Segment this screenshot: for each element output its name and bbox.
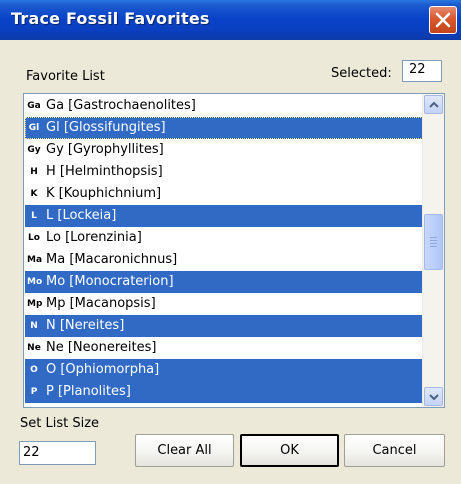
trace-code-icon: Gy — [27, 145, 41, 155]
trace-code-icon: Ma — [27, 255, 43, 265]
list-item[interactable]: H H [Helminthopsis] — [25, 161, 423, 183]
list-size-input[interactable]: 22 — [19, 441, 96, 465]
thumb-grip-line — [430, 246, 437, 247]
list-item[interactable]: Lo Lo [Lorenzinia] — [25, 227, 423, 249]
list-item[interactable]: K K [Kouphichnium] — [25, 183, 423, 205]
list-item-label: K [Kouphichnium] — [46, 186, 162, 201]
trace-code-icon: L — [31, 211, 37, 221]
list-item[interactable]: Ma Ma [Macaronichnus] — [25, 249, 423, 271]
list-item-label: N [Nereites] — [46, 318, 125, 333]
trace-code-icon: N — [30, 321, 38, 331]
window-title: Trace Fossil Favorites — [11, 9, 210, 28]
title-bar[interactable]: Trace Fossil Favorites — [0, 0, 461, 40]
list-item[interactable]: L L [Lockeia] — [25, 205, 423, 227]
list-item-label: Gl [Glossifungites] — [46, 120, 166, 135]
trace-code-icon: Lo — [28, 233, 40, 243]
set-list-size-label: Set List Size — [20, 416, 100, 431]
trace-code-icon: Ga — [27, 101, 41, 111]
list-item[interactable]: Ne Ne [Neonereites] — [25, 337, 423, 359]
list-item[interactable]: Mp Mp [Macanopsis] — [25, 293, 423, 315]
scroll-down-button[interactable] — [424, 387, 443, 406]
vertical-scrollbar[interactable] — [422, 94, 444, 407]
list-item-label: O [Ophiomorpha] — [46, 362, 160, 377]
trace-code-icon: O — [30, 365, 38, 375]
ok-button[interactable]: OK — [240, 434, 339, 467]
scroll-thumb[interactable] — [424, 214, 443, 270]
chevron-down-icon — [429, 394, 439, 401]
scroll-up-button[interactable] — [424, 95, 443, 114]
list-item[interactable]: Mo Mo [Monocraterion] — [25, 271, 423, 293]
thumb-grip-line — [430, 243, 437, 244]
trace-code-icon: Gl — [28, 123, 40, 133]
trace-code-icon: Mo — [27, 277, 43, 287]
list-item-label: Lo [Lorenzinia] — [46, 230, 142, 245]
trace-code-icon: K — [30, 189, 38, 199]
selected-label: Selected: — [331, 66, 392, 81]
list-item-label: Gy [Gyrophyllites] — [46, 142, 164, 157]
clear-all-button[interactable]: Clear All — [135, 434, 234, 467]
trace-code-icon: H — [30, 167, 38, 177]
list-item-label: Ga [Gastrochaenolites] — [46, 98, 196, 113]
trace-code-icon: P — [30, 387, 38, 397]
list-item[interactable]: P P [Planolites] — [25, 381, 423, 403]
list-item-label: Mp [Macanopsis] — [46, 296, 156, 311]
list-item-label: H [Helminthopsis] — [46, 164, 163, 179]
favorite-list-label: Favorite List — [26, 69, 105, 84]
list-item[interactable]: O O [Ophiomorpha] — [25, 359, 423, 381]
close-icon — [435, 12, 451, 28]
list-items-container: Ga Ga [Gastrochaenolites] Gl Gl [Glossifung… — [25, 95, 423, 403]
trace-code-icon: Ne — [27, 343, 41, 353]
list-item-label: Mo [Monocraterion] — [46, 274, 174, 289]
list-item-label: Ma [Macaronichnus] — [46, 252, 178, 267]
list-item-label: L [Lockeia] — [46, 208, 117, 223]
list-item[interactable]: Gy Gy [Gyrophyllites] — [25, 139, 423, 161]
thumb-grip-line — [430, 240, 437, 241]
list-item[interactable]: Gl Gl [Glossifungites] — [25, 117, 423, 139]
list-item-label: Ne [Neonereites] — [46, 340, 157, 355]
selected-count-field: 22 — [402, 60, 442, 82]
cancel-button[interactable]: Cancel — [344, 434, 445, 467]
list-item-label: P [Planolites] — [46, 384, 131, 399]
close-button[interactable] — [429, 6, 457, 34]
chevron-up-icon — [429, 101, 439, 108]
thumb-grip-line — [430, 237, 437, 238]
list-item[interactable]: Ga Ga [Gastrochaenolites] — [25, 95, 423, 117]
trace-code-icon: Mp — [27, 299, 43, 309]
favorite-list[interactable]: Ga Ga [Gastrochaenolites] Gl Gl [Glossifung… — [23, 93, 445, 408]
list-item[interactable]: N N [Nereites] — [25, 315, 423, 337]
